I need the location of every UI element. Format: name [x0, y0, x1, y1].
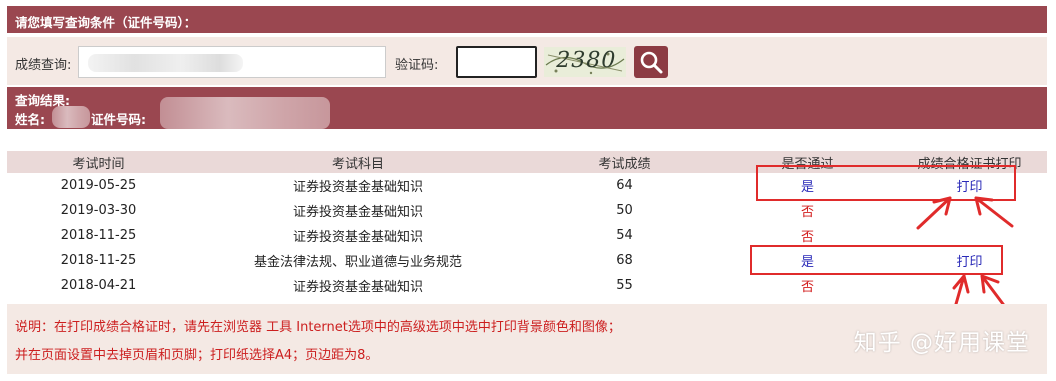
- exam-score: 55: [616, 278, 633, 293]
- redacted-name: [52, 106, 90, 128]
- exam-subject: 证券投资基金基础知识: [292, 280, 423, 295]
- exam-subject: 证券投资基金基础知识: [292, 205, 423, 220]
- exam-subject: 证券投资基金基础知识: [292, 230, 423, 245]
- pass-status: 否: [800, 280, 814, 295]
- exam-subject: 证券投资基金基础知识: [292, 180, 423, 195]
- score-query-label: 成绩查询:: [15, 58, 72, 73]
- captcha-image[interactable]: 2380: [544, 47, 626, 77]
- header-exam-score: 考试成绩: [526, 151, 723, 173]
- exam-score: 68: [616, 253, 633, 268]
- search-button[interactable]: [634, 46, 668, 78]
- header-exam-subject: 考试科目: [190, 151, 526, 173]
- exam-date: 2018-11-25: [60, 228, 137, 243]
- redacted-id-number: [88, 54, 243, 72]
- redacted-id-value: [160, 97, 330, 129]
- pass-status: 否: [800, 205, 814, 220]
- captcha-input[interactable]: [456, 46, 537, 78]
- instruction-line-2: 并在页面设置中去掉页眉和页脚；打印纸选择A4；页边距为8。: [15, 348, 379, 363]
- exam-date: 2018-04-21: [60, 278, 137, 293]
- exam-date: 2019-05-25: [60, 178, 137, 193]
- exam-score: 54: [616, 228, 633, 243]
- table-row: 2019-03-30 证券投资基金基础知识 50 否: [7, 198, 1047, 223]
- search-icon: [640, 51, 663, 74]
- id-number-label: 证件号码:: [91, 112, 146, 127]
- query-header-bar: 请您填写查询条件（证件号码）：: [7, 6, 1047, 33]
- exam-score: 50: [616, 203, 633, 218]
- table-row: 2018-04-21 证券投资基金基础知识 55 否: [7, 273, 1047, 298]
- exam-subject: 基金法律法规、职业道德与业务规范: [253, 255, 462, 270]
- exam-date: 2019-03-30: [60, 203, 137, 218]
- exam-date: 2018-11-25: [60, 253, 137, 268]
- header-exam-date: 考试时间: [7, 151, 190, 173]
- query-header-title: 请您填写查询条件（证件号码）：: [15, 15, 197, 30]
- captcha-text: 2380: [553, 48, 619, 73]
- exam-score: 64: [616, 178, 633, 193]
- instruction-line-1: 说明：在打印成绩合格证时，请先在浏览器 工具 Internet选项中的高级选项中…: [15, 320, 621, 335]
- watermark: 知乎 @好用课堂: [853, 330, 1030, 356]
- captcha-label: 验证码:: [395, 58, 439, 73]
- name-label: 姓名:: [15, 112, 45, 127]
